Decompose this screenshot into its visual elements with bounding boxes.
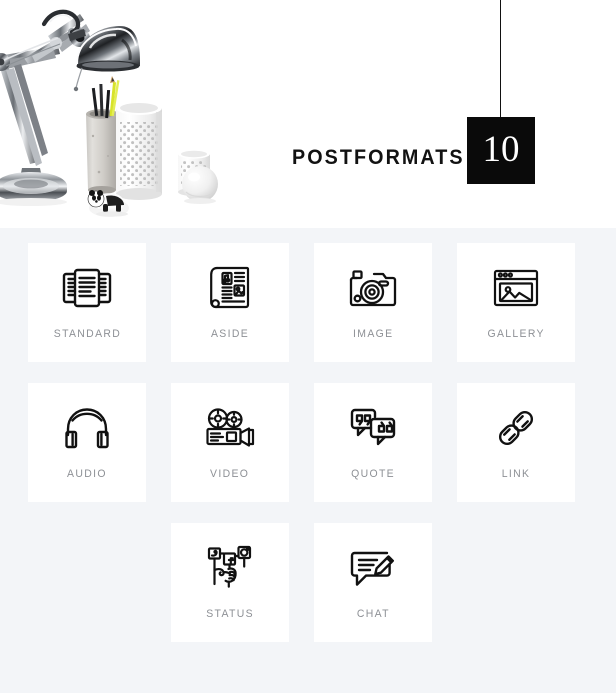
page-root: POSTFORMATS 10 STANDARD ASIDE IMAGE GALL… (0, 0, 616, 693)
card-label: GALLERY (487, 328, 545, 340)
page-title: POSTFORMATS (292, 145, 465, 169)
concrete-pen-cup (86, 109, 118, 194)
card-audio[interactable]: AUDIO (28, 383, 146, 502)
card-status[interactable]: STATUS (171, 523, 289, 642)
card-label: QUOTE (351, 468, 395, 480)
headphones-icon (59, 401, 115, 455)
chat-pencil-icon (345, 541, 401, 595)
card-quote[interactable]: QUOTE (314, 383, 432, 502)
postformats-grid: STANDARD ASIDE IMAGE GALLERY AUDIO VIDEO… (28, 243, 575, 663)
header-title-block: POSTFORMATS (292, 140, 476, 174)
card-chat[interactable]: CHAT (314, 523, 432, 642)
chain-link-icon (488, 401, 544, 455)
quote-bubbles-icon (345, 401, 401, 455)
badge-hanging-line (500, 0, 501, 118)
perforated-white-cup (116, 101, 162, 200)
card-label: STANDARD (53, 328, 121, 340)
card-label: AUDIO (67, 468, 107, 480)
browser-gallery-icon (488, 261, 544, 315)
social-status-hand-icon (202, 541, 258, 595)
card-label: LINK (501, 468, 531, 480)
card-video[interactable]: VIDEO (171, 383, 289, 502)
card-standard[interactable]: STANDARD (28, 243, 146, 362)
card-link[interactable]: LINK (457, 383, 575, 502)
card-label: VIDEO (210, 468, 250, 480)
standard-pages-icon (59, 261, 115, 315)
hero-photo (0, 0, 250, 228)
grid-row-2: AUDIO VIDEO QUOTE LINK (28, 383, 575, 502)
badge-square: 10 (467, 117, 535, 184)
card-aside[interactable]: ASIDE (171, 243, 289, 362)
movie-camera-icon (202, 401, 258, 455)
count-badge: 10 (467, 0, 536, 185)
card-gallery[interactable]: GALLERY (457, 243, 575, 362)
card-label: CHAT (356, 608, 390, 620)
newspaper-icon (202, 261, 258, 315)
camera-icon (345, 261, 401, 315)
grid-row-3: STATUS CHAT (28, 523, 575, 642)
card-label: STATUS (206, 608, 254, 620)
card-image[interactable]: IMAGE (314, 243, 432, 362)
card-label: ASIDE (210, 328, 249, 340)
card-label: IMAGE (352, 328, 394, 340)
hero-section: POSTFORMATS 10 (0, 0, 616, 228)
grid-row-1: STANDARD ASIDE IMAGE GALLERY (28, 243, 575, 362)
badge-number: 10 (482, 129, 520, 170)
